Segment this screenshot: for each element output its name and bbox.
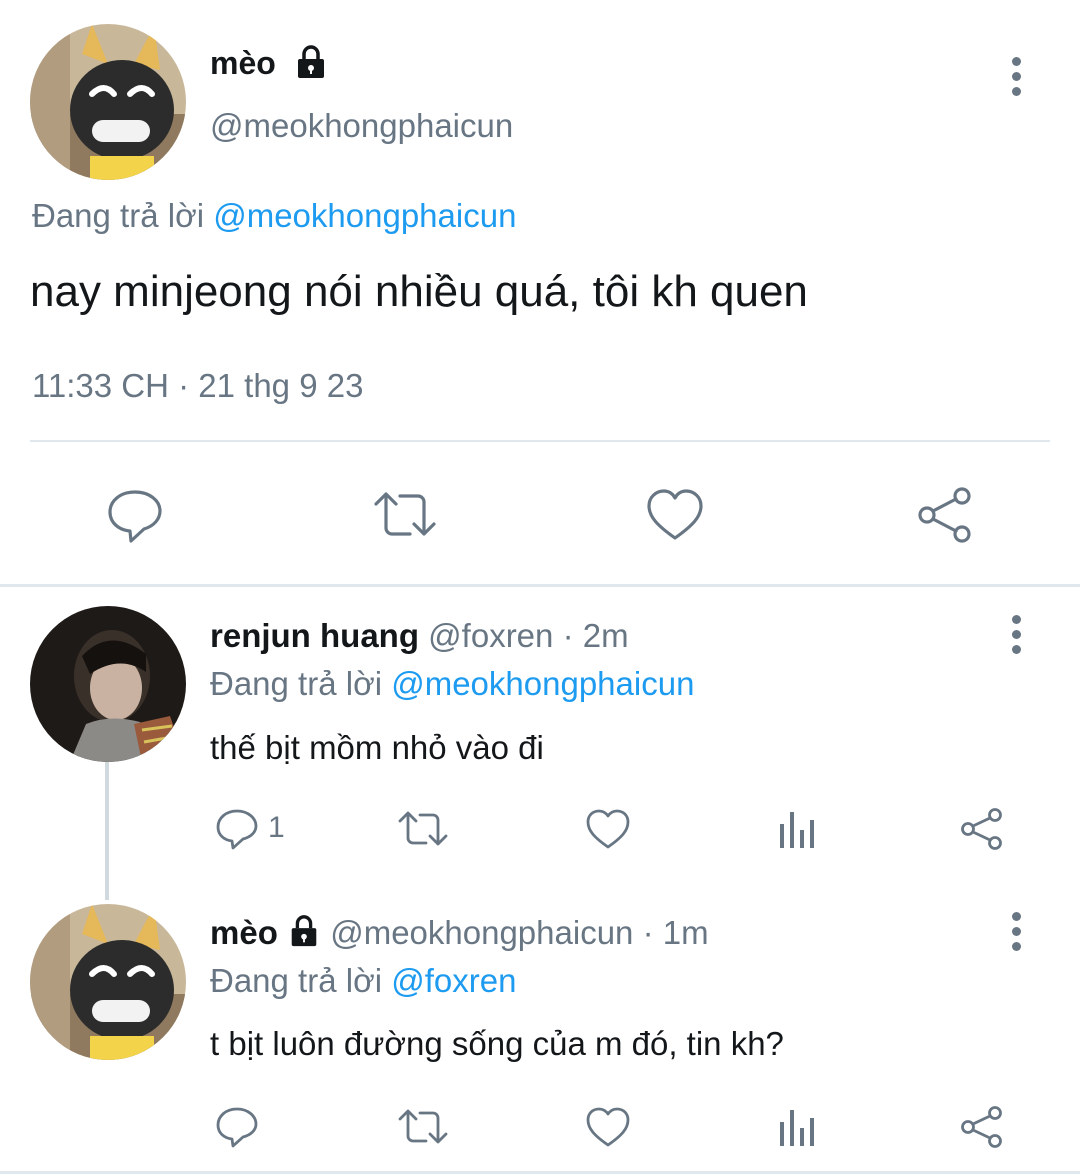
divider [30, 440, 1050, 442]
reply-context: Đang trả lời @meokhongphaicun [32, 196, 516, 236]
avatar-meo[interactable] [30, 904, 186, 1060]
relative-time: · 1m [642, 914, 709, 951]
share-icon[interactable] [914, 484, 976, 546]
reply-prefix: Đang trả lời [210, 962, 383, 999]
retweet-icon[interactable] [396, 806, 450, 852]
tweet-text: nay minjeong nói nhiều quá, tôi kh quen [30, 267, 808, 316]
reply-header: mèo @meokhongphaicun · 1m [210, 913, 709, 957]
handle[interactable]: @meokhongphaicun [210, 106, 513, 146]
reply-to-link[interactable]: @foxren [391, 962, 516, 999]
reply-icon[interactable] [214, 806, 260, 852]
more-icon[interactable] [1010, 912, 1022, 957]
bottom-divider [0, 1171, 1080, 1174]
share-icon[interactable] [958, 1104, 1006, 1150]
more-icon[interactable] [1010, 615, 1022, 660]
handle[interactable]: @meokhongphaicun [330, 914, 633, 951]
reply-count: 1 [268, 811, 285, 844]
avatar-meo[interactable] [30, 24, 186, 180]
avatar-renjun[interactable] [30, 606, 186, 762]
analytics-icon[interactable] [778, 808, 818, 850]
handle[interactable]: @foxren [428, 617, 553, 654]
display-name[interactable]: mèo [210, 914, 278, 951]
reply-text: t bịt luôn đường sống của m đó, tin kh? [210, 1025, 784, 1062]
like-icon[interactable] [644, 484, 706, 546]
display-name[interactable]: mèo [210, 44, 276, 82]
tweet-timestamp[interactable]: 11:33 CH · 21 thg 9 23 [32, 366, 363, 406]
like-icon[interactable] [584, 806, 632, 852]
retweet-icon[interactable] [370, 484, 440, 546]
more-icon[interactable] [1010, 57, 1022, 102]
section-divider [0, 584, 1080, 587]
reply-icon[interactable] [104, 484, 166, 546]
display-name[interactable]: renjun huang [210, 617, 419, 654]
reply-header: renjun huang @foxren · 2m [210, 616, 629, 656]
relative-time: · 2m [562, 617, 629, 654]
thread-line [105, 760, 109, 900]
reply-text: thế bịt mồm nhỏ vào đi [210, 729, 544, 766]
reply-icon[interactable] [214, 1104, 260, 1150]
reply-to-link[interactable]: @meokhongphaicun [213, 197, 516, 234]
reply-prefix: Đang trả lời [32, 197, 205, 234]
retweet-icon[interactable] [396, 1104, 450, 1150]
analytics-icon[interactable] [778, 1106, 818, 1148]
reply-prefix: Đang trả lời [210, 665, 383, 702]
reply-context: Đang trả lời @foxren [210, 961, 516, 1001]
like-icon[interactable] [584, 1104, 632, 1150]
lock-icon [287, 914, 321, 957]
lock-icon [293, 44, 329, 80]
reply-context: Đang trả lời @meokhongphaicun [210, 664, 694, 704]
reply-to-link[interactable]: @meokhongphaicun [391, 665, 694, 702]
share-icon[interactable] [958, 806, 1006, 852]
